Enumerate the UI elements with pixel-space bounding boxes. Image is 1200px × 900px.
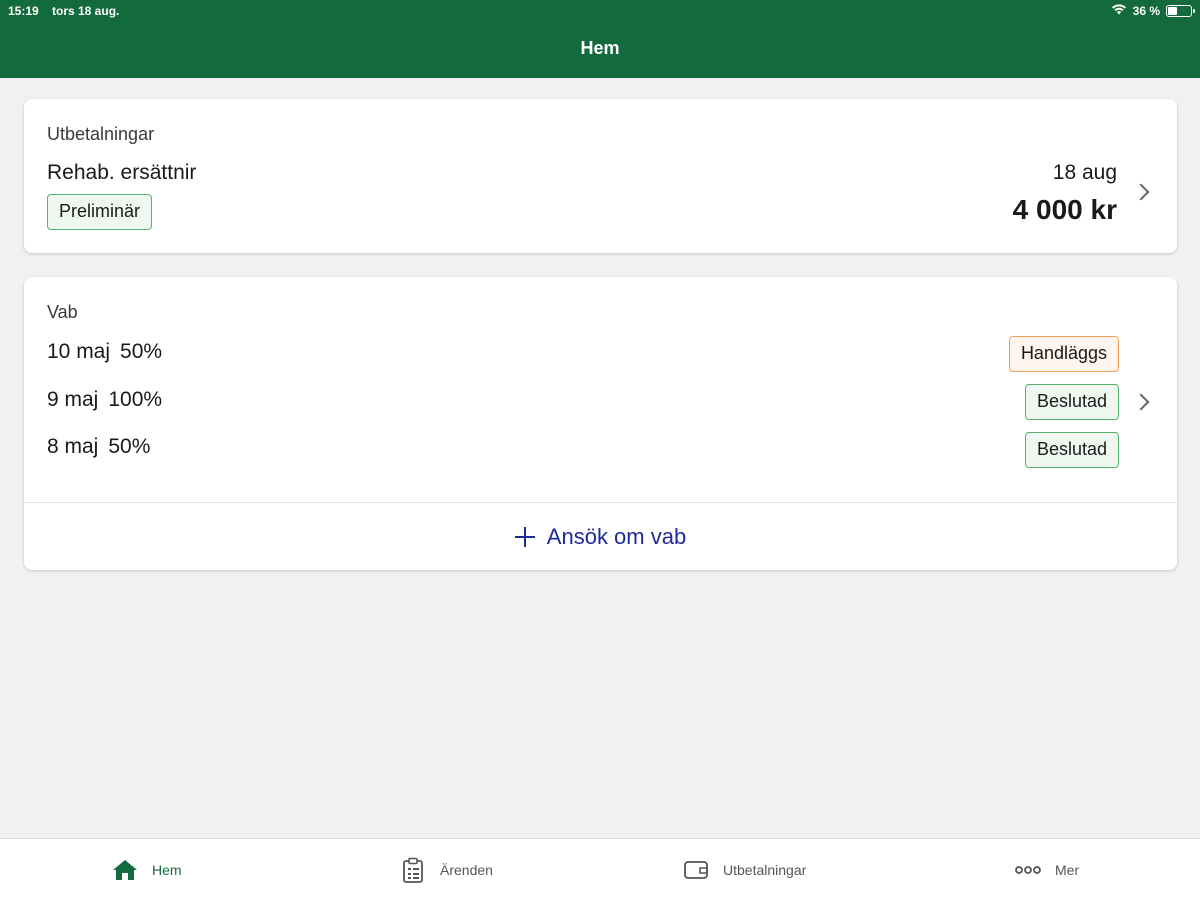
- payment-date: 18 aug: [1052, 161, 1117, 184]
- vab-date: 9 maj: [47, 388, 99, 411]
- nav-item-payments[interactable]: Utbetalningar: [683, 839, 806, 900]
- home-icon: [112, 857, 138, 883]
- vab-date: 8 maj: [47, 435, 99, 458]
- vab-heading: Vab: [47, 302, 78, 322]
- status-date: tors 18 aug.: [52, 4, 120, 18]
- top-app-bar: 15:19 tors 18 aug. 36 % Hem: [0, 0, 1200, 78]
- vab-row: 10 maj 50%: [47, 340, 162, 364]
- vab-percent: 100%: [108, 388, 163, 411]
- vab-percent: 50%: [108, 435, 151, 458]
- apply-vab-label: Ansök om vab: [546, 523, 687, 549]
- battery-icon: [1166, 4, 1195, 17]
- vab-row: 8 maj 50%: [47, 435, 150, 459]
- nav-label-cases: Ärenden: [440, 862, 493, 878]
- vab-row: 9 maj 100%: [47, 388, 162, 412]
- payments-heading: Utbetalningar: [47, 124, 155, 144]
- wifi-icon: [1111, 3, 1127, 18]
- nav-item-more[interactable]: Mer: [1015, 839, 1079, 900]
- battery-percent: 36 %: [1132, 3, 1160, 18]
- clipboard-icon: [400, 857, 426, 883]
- chevron-right-icon: [1132, 393, 1150, 411]
- payment-title: Rehab. ersättnir: [47, 161, 197, 184]
- more-dots-icon: [1015, 857, 1041, 883]
- vab-card: Vab 10 maj 50% Handläggs 9 maj 100% Beslut…: [24, 277, 1177, 570]
- vab-date: 10 maj: [47, 340, 111, 363]
- vab-percent: 50%: [120, 340, 163, 363]
- status-badge-decided: Beslutad: [1024, 432, 1119, 468]
- page-title: Hem: [580, 38, 620, 58]
- nav-item-cases[interactable]: Ärenden: [400, 839, 493, 900]
- nav-item-home[interactable]: Hem: [112, 839, 182, 900]
- plus-icon: [514, 526, 535, 547]
- status-badge-processing: Handläggs: [1008, 336, 1119, 372]
- apply-vab-button[interactable]: Ansök om vab: [24, 503, 1177, 570]
- status-time: 15:19: [8, 4, 39, 18]
- status-badge-preliminary: Preliminär: [47, 194, 153, 230]
- bottom-navigation: Hem Ärenden Utbetalningar Mer: [0, 838, 1200, 900]
- status-badge-decided: Beslutad: [1024, 384, 1119, 420]
- wallet-icon: [683, 857, 709, 883]
- payment-amount: 4 000 kr: [1012, 194, 1117, 225]
- nav-label-payments: Utbetalningar: [723, 862, 807, 878]
- payments-card[interactable]: Utbetalningar Rehab. ersättnir Preliminä…: [24, 99, 1177, 253]
- chevron-right-icon: [1132, 183, 1150, 201]
- nav-label-more: Mer: [1055, 862, 1080, 878]
- status-indicators: 36 %: [1111, 3, 1195, 18]
- vab-list[interactable]: Vab 10 maj 50% Handläggs 9 maj 100% Beslut…: [24, 277, 1177, 502]
- nav-label-home: Hem: [152, 862, 182, 878]
